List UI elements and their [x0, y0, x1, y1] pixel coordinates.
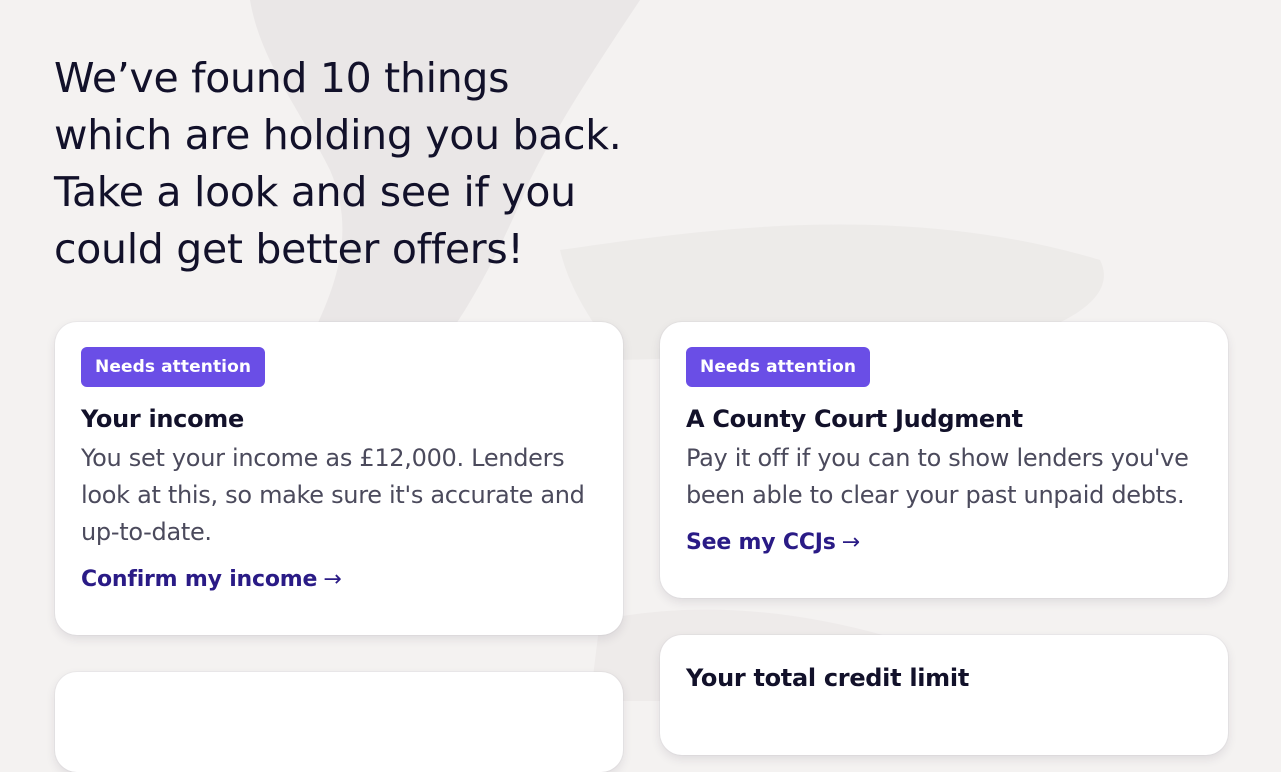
- see-ccjs-link[interactable]: See my CCJs →: [686, 526, 860, 560]
- page-headline: We’ve found 10 things which are holding …: [54, 54, 622, 273]
- credit-limit-card: Your total credit limit: [660, 635, 1228, 755]
- arrow-right-icon: →: [841, 530, 860, 555]
- partial-card: [55, 672, 623, 772]
- card-description: Pay it off if you can to show lenders yo…: [686, 444, 1189, 509]
- arrow-right-icon: →: [323, 567, 342, 592]
- card-title: A County Court Judgment: [686, 405, 1023, 433]
- confirm-income-link[interactable]: Confirm my income →: [81, 563, 342, 597]
- card-description: You set your income as £12,000. Lenders …: [81, 444, 585, 546]
- card-title: Your income: [81, 405, 244, 433]
- needs-attention-badge: Needs attention: [686, 347, 871, 387]
- income-card: Needs attention Your income You set your…: [55, 322, 623, 635]
- card-title: Your total credit limit: [686, 664, 969, 692]
- needs-attention-badge: Needs attention: [81, 347, 266, 387]
- ccj-card: Needs attention A County Court Judgment …: [660, 322, 1228, 598]
- link-label: Confirm my income: [81, 567, 318, 592]
- link-label: See my CCJs: [686, 530, 836, 555]
